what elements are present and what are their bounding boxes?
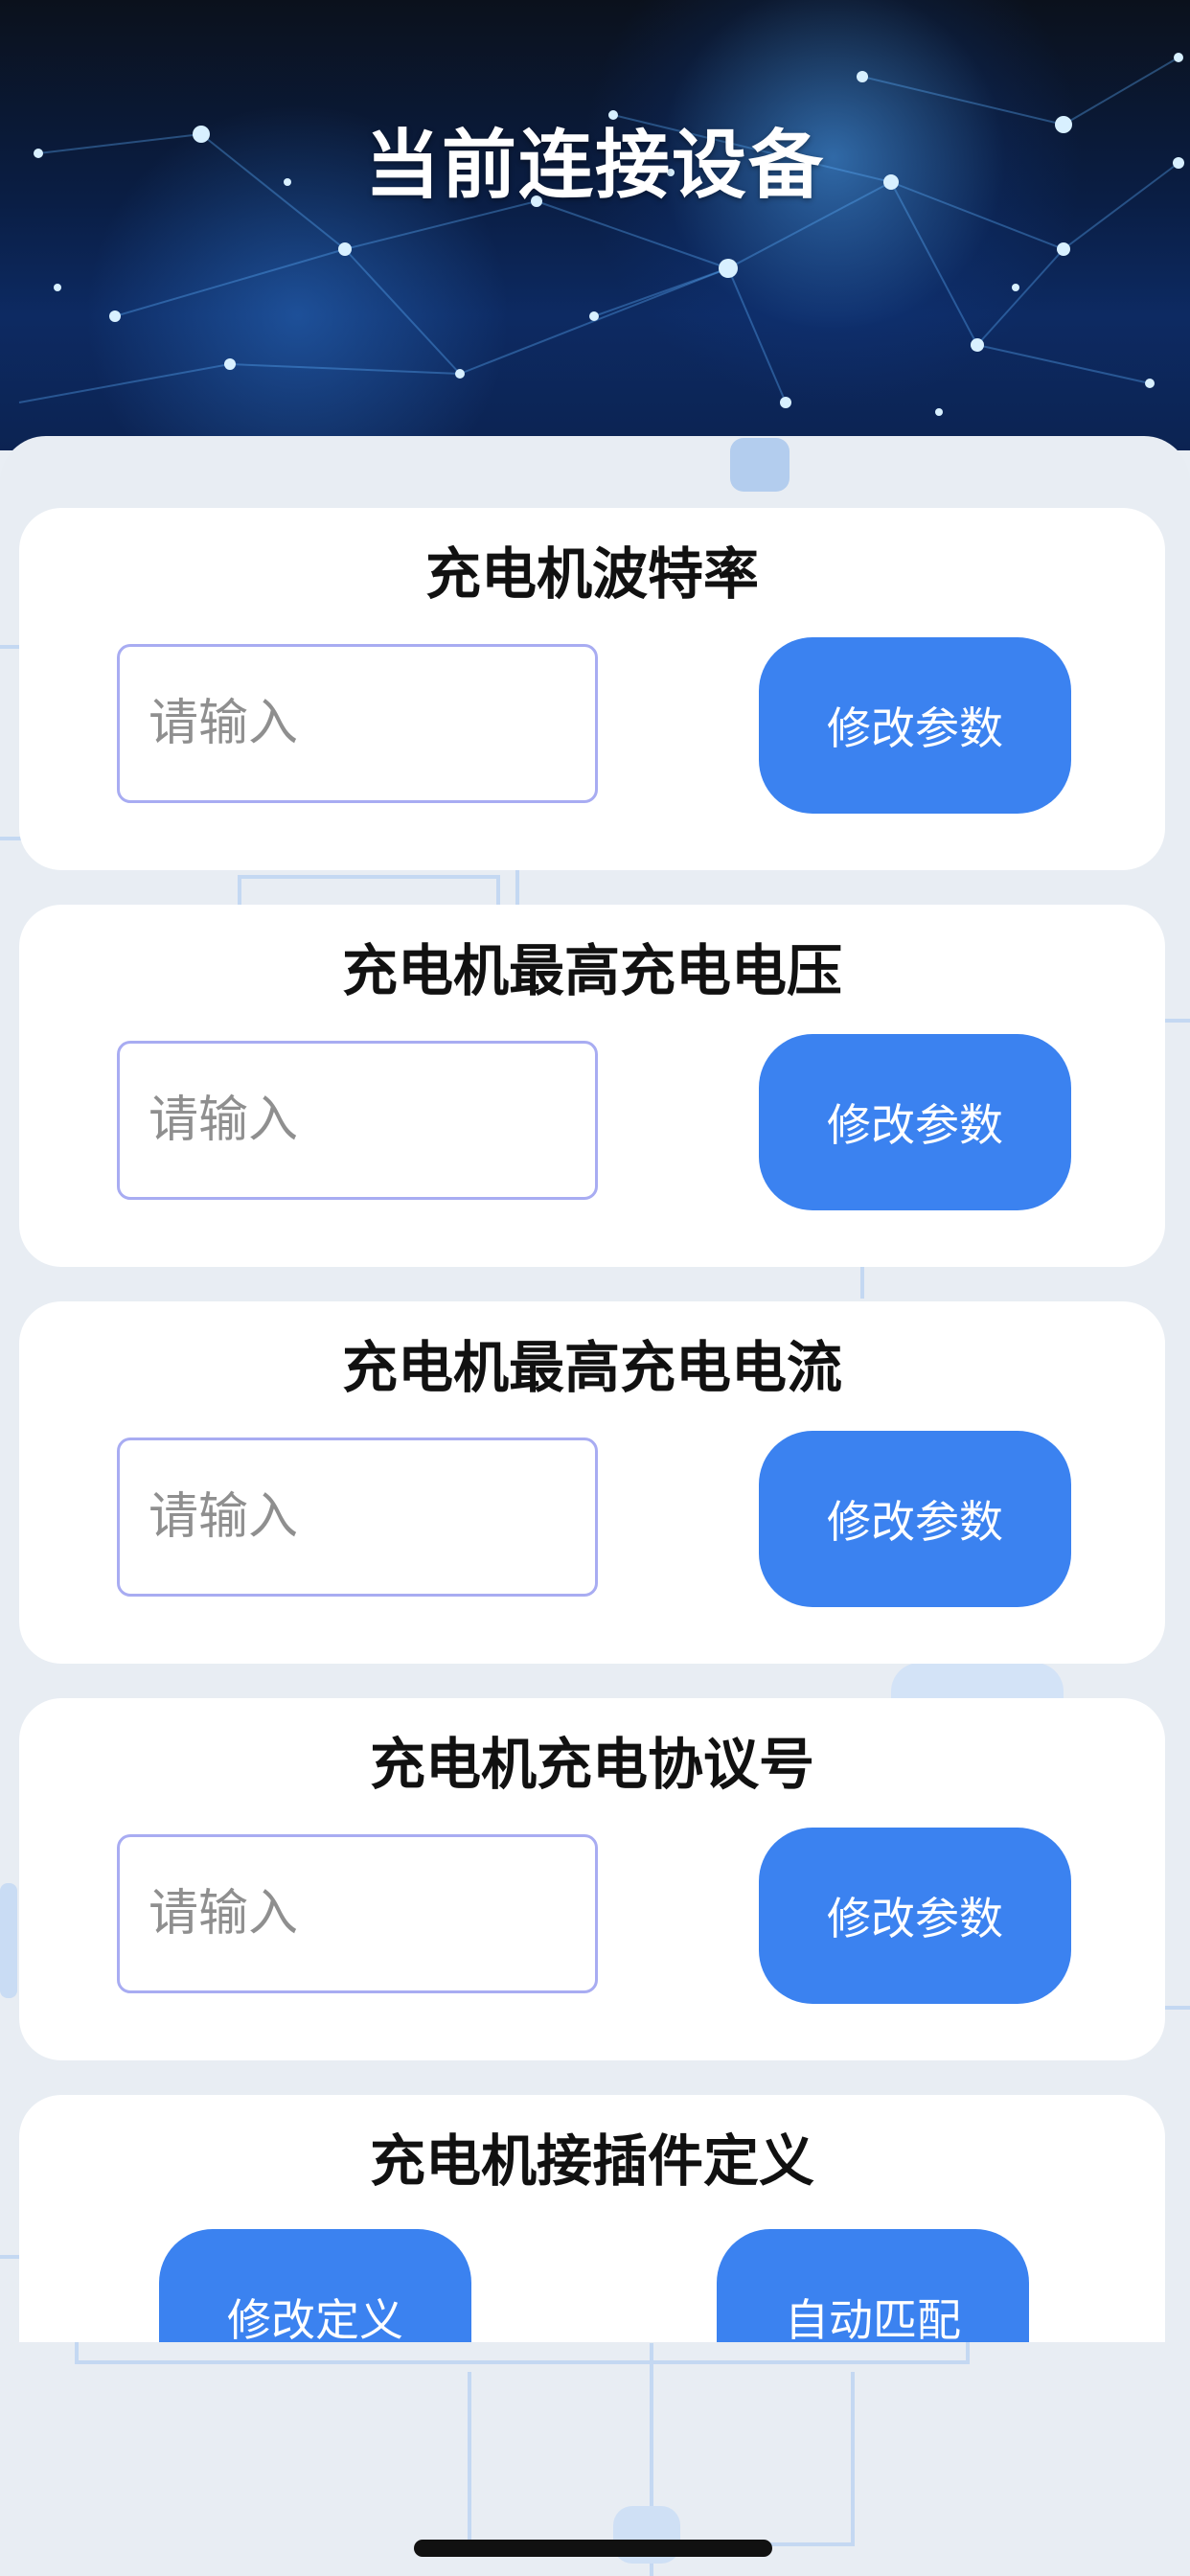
protocol-number-card: 充电机充电协议号 修改参数	[19, 1698, 1165, 2060]
app-screen: 当前连接设备 充电机波特率 请输入 修改参数 充电机最高充电电压 请输入 修改参…	[0, 0, 1190, 2576]
card-title: 充电机最高充电电压	[341, 938, 842, 1003]
baud-rate-input[interactable]	[117, 644, 598, 803]
connector-definition-card: 充电机接插件定义 修改定义 自动匹配	[19, 2095, 1165, 2342]
baud-rate-card: 充电机波特率 修改参数	[19, 508, 1165, 870]
auto-match-button[interactable]: 自动匹配	[717, 2229, 1029, 2342]
modify-max-voltage-button[interactable]: 修改参数	[759, 1034, 1071, 1210]
page-title: 当前连接设备	[364, 123, 825, 209]
max-current-input[interactable]	[117, 1438, 598, 1597]
scroll-viewport[interactable]: 充电机接插件定义 修改定义 自动匹配	[19, 2095, 1165, 2342]
protocol-number-input[interactable]	[117, 1834, 598, 1993]
max-current-card: 充电机最高充电电流 修改参数	[19, 1301, 1165, 1664]
network-background-graphic	[18, 53, 1184, 416]
card-title: 充电机最高充电电流	[341, 1335, 842, 1400]
card-title: 充电机接插件定义	[369, 2128, 814, 2194]
card-title: 充电机波特率	[424, 541, 759, 607]
modify-baud-rate-button[interactable]: 修改参数	[759, 637, 1071, 814]
card-title: 充电机充电协议号	[369, 1732, 814, 1797]
max-voltage-card: 充电机最高充电电压 修改参数	[19, 905, 1165, 1267]
home-indicator[interactable]	[414, 2540, 772, 2557]
modify-definition-button[interactable]: 修改定义	[159, 2229, 471, 2342]
max-voltage-input[interactable]	[117, 1041, 598, 1200]
modify-protocol-number-button[interactable]: 修改参数	[759, 1828, 1071, 2004]
header-banner: 当前连接设备	[0, 0, 1190, 450]
modify-max-current-button[interactable]: 修改参数	[759, 1431, 1071, 1607]
sheet-tab-handle	[730, 438, 790, 492]
